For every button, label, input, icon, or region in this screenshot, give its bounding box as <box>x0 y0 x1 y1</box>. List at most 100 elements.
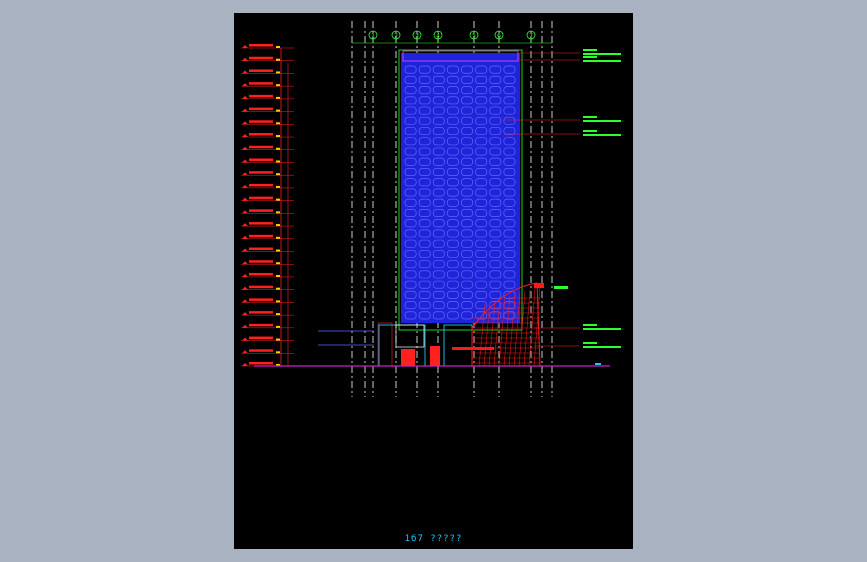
annotation-label <box>583 49 597 51</box>
annotation-label <box>583 134 621 136</box>
level-markers <box>241 44 294 367</box>
level-dimension-tick <box>276 147 280 150</box>
podium-elevation <box>318 322 473 367</box>
elevation-drawing: 1 2 3 4 5 6 7 <box>241 21 621 397</box>
level-marker-label <box>249 196 273 200</box>
annotation-label <box>583 328 621 330</box>
level-marker-label <box>249 69 273 72</box>
level-marker-label <box>249 158 273 161</box>
level-dimension-tick <box>276 236 280 239</box>
level-dimension-tick <box>276 160 280 163</box>
level-marker-icon <box>242 159 248 163</box>
level-marker-label <box>249 171 273 174</box>
level-marker-label <box>249 234 273 238</box>
level-marker-icon <box>242 184 248 188</box>
facade-panel <box>401 53 520 323</box>
level-dimension-tick <box>276 58 280 61</box>
level-marker-label <box>249 44 273 47</box>
level-dimension-tick <box>276 249 280 252</box>
level-dimension-tick <box>276 96 280 99</box>
axis-label: 2 <box>394 33 398 40</box>
axis-label: 4 <box>436 33 440 40</box>
level-marker-label <box>249 94 273 98</box>
level-dimension-tick <box>276 211 280 214</box>
podium-entrance-frame <box>395 324 425 348</box>
level-marker-icon <box>242 363 248 366</box>
level-dimension-tick <box>276 338 280 341</box>
level-dimension-tick <box>276 300 280 303</box>
axis-grid-bubbles: 1 2 3 4 5 6 7 <box>352 30 552 44</box>
level-dimension-tick <box>276 46 280 48</box>
level-marker-icon <box>242 83 248 87</box>
level-marker-icon <box>242 235 248 239</box>
elevation-tag <box>554 286 568 289</box>
podium-block <box>443 324 473 367</box>
elevation-tag <box>595 363 601 365</box>
drawing-sheet: 1 2 3 4 5 6 7 1б7 ????? <box>234 13 633 549</box>
level-marker-icon <box>242 286 248 290</box>
axis-label: 7 <box>529 33 533 40</box>
level-marker-icon <box>242 121 248 125</box>
level-marker-label <box>249 247 273 251</box>
level-marker-icon <box>242 134 248 138</box>
level-dimension-tick <box>276 262 280 265</box>
level-marker-icon <box>242 324 248 328</box>
level-marker-icon <box>242 312 248 316</box>
level-dimension-tick <box>276 198 280 201</box>
level-marker-icon <box>242 70 248 74</box>
canopy-beam <box>452 347 494 350</box>
level-marker-icon <box>242 299 248 303</box>
annotation-label <box>583 60 621 62</box>
level-marker-icon <box>242 350 248 354</box>
level-marker-icon <box>242 45 248 48</box>
feature-cap <box>534 283 544 288</box>
annotation-label <box>583 56 597 58</box>
annotation-label <box>583 116 597 118</box>
level-marker-label <box>249 120 273 123</box>
level-dimension-tick <box>276 173 280 176</box>
level-marker-label <box>249 183 273 187</box>
level-dimension-tick <box>276 122 280 125</box>
level-marker-icon <box>242 248 248 252</box>
level-dimension-tick <box>276 325 280 328</box>
level-marker-label <box>249 323 273 327</box>
level-marker-icon <box>242 223 248 227</box>
level-dimension-tick <box>276 71 280 74</box>
podium-door <box>430 346 440 366</box>
level-marker-icon <box>242 273 248 277</box>
level-marker-icon <box>242 210 248 214</box>
level-marker-icon <box>242 172 248 176</box>
annotation-label <box>583 130 597 132</box>
axis-label: 5 <box>472 33 476 40</box>
axis-label: 3 <box>415 33 419 40</box>
level-dimension-tick <box>276 84 280 87</box>
level-dimension-tick <box>276 287 280 290</box>
level-marker-label <box>249 56 273 60</box>
level-marker-label <box>249 133 273 136</box>
level-marker-icon <box>242 57 248 61</box>
feature-mesh-line <box>528 287 536 367</box>
level-marker-label <box>249 349 273 352</box>
level-marker-label <box>249 311 273 314</box>
level-dimension-tick <box>276 224 280 227</box>
level-marker-label <box>249 209 273 212</box>
level-marker-label <box>249 82 273 85</box>
drawing-caption: 1б7 ????? <box>404 534 463 544</box>
level-marker-label <box>249 107 273 111</box>
level-dimension-tick <box>276 313 280 316</box>
level-marker-label <box>249 298 273 301</box>
annotation-label <box>583 324 597 326</box>
level-marker-label <box>249 362 273 365</box>
level-marker-icon <box>242 261 248 265</box>
axis-label: 1 <box>371 33 375 40</box>
annotation-label <box>583 120 621 122</box>
level-dimension-tick <box>276 274 280 277</box>
level-dimension-tick <box>276 185 280 188</box>
leader-annotations <box>504 49 621 365</box>
podium-door <box>401 349 415 366</box>
level-marker-label <box>249 145 273 149</box>
annotation-label <box>583 346 621 348</box>
podium-stair <box>377 322 393 367</box>
annotation-label <box>583 53 621 55</box>
level-marker-icon <box>242 108 248 112</box>
